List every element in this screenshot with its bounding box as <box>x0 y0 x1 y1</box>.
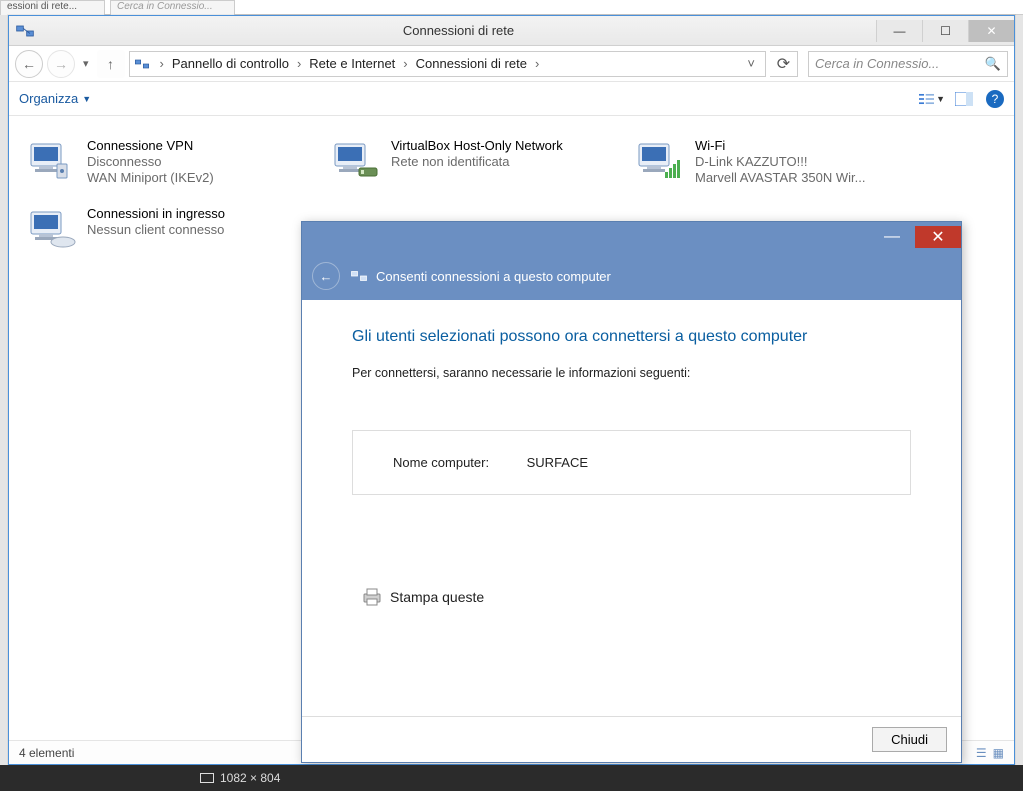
back-button[interactable]: ← <box>15 50 43 78</box>
background-tab-strip: essioni di rete... Cerca in Connessio... <box>0 0 1023 15</box>
breadcrumb-item[interactable]: Rete e Internet <box>307 56 397 71</box>
connection-item-virtualbox[interactable]: VirtualBox Host-Only Network Rete non id… <box>323 132 623 192</box>
preview-pane-button[interactable] <box>950 87 978 111</box>
connection-device: Marvell AVASTAR 350N Wir... <box>695 170 866 185</box>
wifi-icon <box>633 138 687 186</box>
connection-item-incoming[interactable]: Connessioni in ingresso Nessun client co… <box>19 200 319 260</box>
dialog-heading: Gli utenti selezionati possono ora conne… <box>352 328 911 346</box>
search-icon: 🔍 <box>985 56 1001 72</box>
connection-name: Connessioni in ingresso <box>87 206 225 221</box>
dialog-subtext: Per connettersi, saranno necessarie le i… <box>352 366 911 380</box>
breadcrumb-item[interactable]: Pannello di controllo <box>170 56 291 71</box>
dialog-body: Gli utenti selezionati possono ora conne… <box>302 300 961 716</box>
dialog-header: ← Consenti connessioni a questo computer <box>302 252 961 300</box>
view-options-button[interactable]: ▼ <box>918 87 946 111</box>
connection-name: VirtualBox Host-Only Network <box>391 138 563 153</box>
connection-status: Rete non identificata <box>391 154 563 169</box>
history-dropdown[interactable]: ▾ <box>83 57 89 70</box>
computer-name-label: Nome computer: <box>393 455 523 470</box>
organize-menu[interactable]: Organizza▼ <box>19 91 91 106</box>
dialog-footer: Chiudi <box>302 716 961 762</box>
connection-name: Connessione VPN <box>87 138 214 153</box>
address-bar[interactable]: › Pannello di controllo › Rete e Interne… <box>129 51 766 77</box>
titlebar[interactable]: Connessioni di rete — ☐ ✕ <box>9 16 1014 46</box>
refresh-button[interactable]: ⟳ <box>770 51 798 77</box>
connection-device: WAN Miniport (IKEv2) <box>87 170 214 185</box>
search-placeholder: Cerca in Connessio... <box>815 56 939 71</box>
connection-status: D-Link KAZZUTO!!! <box>695 154 866 169</box>
dialog-header-text: Consenti connessioni a questo computer <box>376 269 611 284</box>
ethernet-icon <box>329 138 383 186</box>
address-dropdown[interactable]: ˅ <box>741 56 761 71</box>
details-view-icon[interactable]: ☰ <box>976 746 987 760</box>
print-link[interactable]: Stampa queste <box>362 588 484 606</box>
forward-button[interactable]: → <box>47 50 75 78</box>
search-input[interactable]: Cerca in Connessio... 🔍 <box>808 51 1008 77</box>
network-center-icon <box>15 21 35 41</box>
bg-tab-2: Cerca in Connessio... <box>110 0 235 15</box>
help-button[interactable]: ? <box>986 90 1004 108</box>
connection-status: Nessun client connesso <box>87 222 225 237</box>
incoming-icon <box>25 206 79 254</box>
breadcrumb-item[interactable]: Connessioni di rete <box>414 56 529 71</box>
vpn-icon <box>25 138 79 186</box>
computer-info-box: Nome computer: SURFACE <box>352 430 911 495</box>
tiles-view-icon[interactable]: ▦ <box>993 746 1004 760</box>
window-title: Connessioni di rete <box>41 23 876 38</box>
network-center-icon <box>134 56 150 72</box>
dialog-close-button[interactable]: ✕ <box>915 226 961 248</box>
dimensions-icon <box>200 773 214 783</box>
dialog-titlebar[interactable]: — ✕ <box>302 222 961 252</box>
close-dialog-button[interactable]: Chiudi <box>872 727 947 752</box>
dialog-back-button[interactable]: ← <box>312 262 340 290</box>
dialog-minimize-button[interactable]: — <box>869 226 915 248</box>
print-link-text: Stampa queste <box>390 589 484 605</box>
computer-name-value: SURFACE <box>527 455 588 470</box>
item-count: 4 elementi <box>19 746 74 760</box>
bg-tab-1: essioni di rete... <box>0 0 105 15</box>
connection-item-wifi[interactable]: Wi-Fi D-Link KAZZUTO!!! Marvell AVASTAR … <box>627 132 927 192</box>
connection-name: Wi-Fi <box>695 138 866 153</box>
connection-item-vpn[interactable]: Connessione VPN Disconnesso WAN Miniport… <box>19 132 319 192</box>
incoming-connections-dialog: — ✕ ← Consenti connessioni a questo comp… <box>301 221 962 763</box>
image-dimensions: 1082 × 804 <box>220 771 280 785</box>
nav-row: ← → ▾ ↑ › Pannello di controllo › Rete e… <box>9 46 1014 82</box>
minimize-button[interactable]: — <box>876 20 922 42</box>
maximize-button[interactable]: ☐ <box>922 20 968 42</box>
os-taskbar-fragment: 1082 × 804 <box>0 765 1023 791</box>
connection-status: Disconnesso <box>87 154 214 169</box>
network-center-icon <box>350 267 368 285</box>
up-button[interactable]: ↑ <box>97 50 125 78</box>
toolbar: Organizza▼ ▼ ? <box>9 82 1014 116</box>
close-button[interactable]: ✕ <box>968 20 1014 42</box>
printer-icon <box>362 588 382 606</box>
